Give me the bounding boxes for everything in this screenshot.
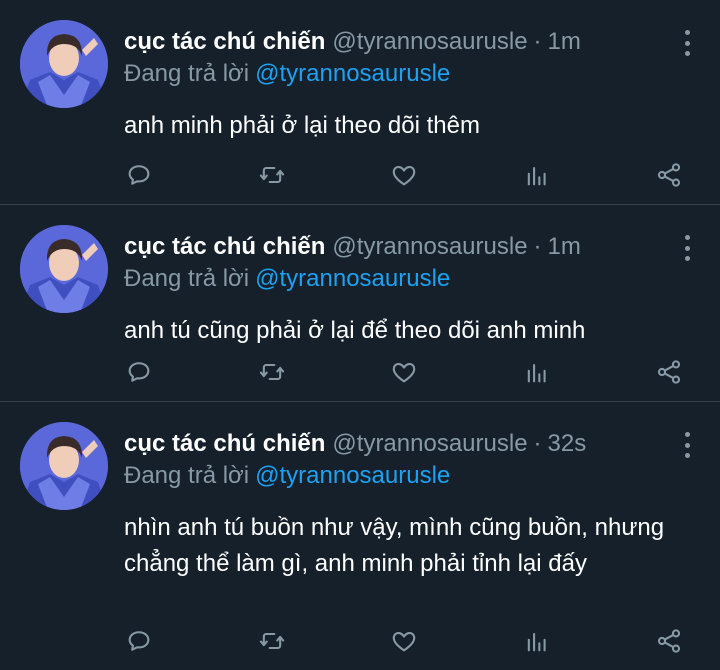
retweet-icon [259,632,284,650]
tweet-actions [124,626,684,656]
tweet-actions [124,357,684,387]
heart-icon [392,165,416,186]
avatar-image [20,225,108,313]
heart-icon [392,362,416,383]
share-icon [657,360,681,384]
tweet-header: cục tác chú chiến @tyrannosaurusle · 32s [124,428,700,460]
share-icon [657,629,681,653]
analytics-icon [527,166,546,186]
separator: · [533,233,542,260]
analytics-icon [527,363,546,383]
author-name[interactable]: cục tác chú chiến [124,231,325,263]
reply-button[interactable] [124,160,154,190]
share-button[interactable] [654,160,684,190]
reply-icon [128,362,150,382]
tweet-content: cục tác chú chiến @tyrannosaurusle · 1m … [124,26,700,144]
avatar[interactable] [20,422,108,510]
avatar-image [20,422,108,510]
share-button[interactable] [654,357,684,387]
replying-to: Đang trả lời @tyrannosaurusle [124,58,700,90]
tweet-actions [124,160,684,190]
share-button[interactable] [654,626,684,656]
timeline: cục tác chú chiến @tyrannosaurusle · 1m … [0,0,720,670]
author-handle[interactable]: @tyrannosaurusle [332,428,527,460]
more-vertical-icon[interactable] [682,30,692,56]
tweet-text: nhìn anh tú buồn như vậy, mình cũng buồn… [124,514,665,577]
share-icon [657,163,681,187]
heart-icon [392,631,416,652]
like-button[interactable] [389,357,419,387]
retweet-icon [259,166,284,184]
tweet-text: anh minh phải ở lại theo dõi thêm [124,112,480,139]
tweet[interactable]: cục tác chú chiến @tyrannosaurusle · 32s… [0,402,720,670]
author-name[interactable]: cục tác chú chiến [124,428,325,460]
separator: · [533,28,542,55]
replying-to-label: Đang trả lời [124,462,250,489]
timestamp[interactable]: 1m [548,231,581,263]
tweet-text: anh tú cũng phải ở lại để theo dõi anh m… [124,317,586,344]
replying-to: Đang trả lời @tyrannosaurusle [124,460,700,492]
analytics-button[interactable] [522,626,552,656]
like-button[interactable] [389,160,419,190]
more-vertical-icon[interactable] [682,432,692,458]
retweet-button[interactable] [257,160,287,190]
more-vertical-icon[interactable] [682,235,692,261]
mention-link[interactable]: @tyrannosaurusle [255,462,450,489]
reply-button[interactable] [124,357,154,387]
mention-link[interactable]: @tyrannosaurusle [255,60,450,87]
reply-icon [128,631,150,651]
mention-link[interactable]: @tyrannosaurusle [255,265,450,292]
analytics-button[interactable] [522,160,552,190]
like-button[interactable] [389,626,419,656]
tweet-header: cục tác chú chiến @tyrannosaurusle · 1m [124,26,700,58]
retweet-button[interactable] [257,357,287,387]
timestamp[interactable]: 1m [548,26,581,58]
tweet[interactable]: cục tác chú chiến @tyrannosaurusle · 1m … [0,205,720,402]
avatar-image [20,20,108,108]
author-name[interactable]: cục tác chú chiến [124,26,325,58]
replying-to-label: Đang trả lời [124,60,250,87]
retweet-button[interactable] [257,626,287,656]
avatar[interactable] [20,225,108,313]
timestamp[interactable]: 32s [548,428,587,460]
reply-button[interactable] [124,626,154,656]
tweet-content: cục tác chú chiến @tyrannosaurusle · 32s… [124,428,700,582]
retweet-icon [259,363,284,381]
author-handle[interactable]: @tyrannosaurusle [332,26,527,58]
separator: · [533,430,542,457]
reply-icon [128,165,150,185]
replying-to-label: Đang trả lời [124,265,250,292]
tweet-header: cục tác chú chiến @tyrannosaurusle · 1m [124,231,700,263]
author-handle[interactable]: @tyrannosaurusle [332,231,527,263]
replying-to: Đang trả lời @tyrannosaurusle [124,263,700,295]
analytics-button[interactable] [522,357,552,387]
avatar[interactable] [20,20,108,108]
analytics-icon [527,632,546,652]
tweet[interactable]: cục tác chú chiến @tyrannosaurusle · 1m … [0,0,720,205]
tweet-content: cục tác chú chiến @tyrannosaurusle · 1m … [124,231,700,349]
